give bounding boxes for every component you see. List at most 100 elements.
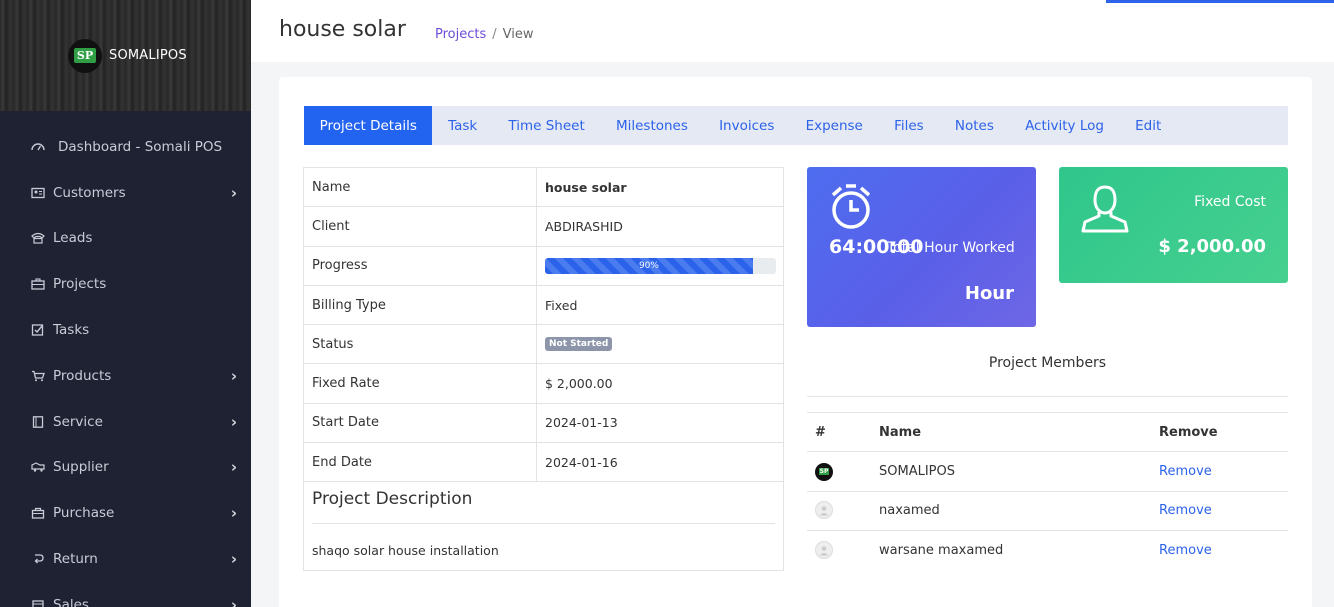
tab-edit[interactable]: Edit (1120, 106, 1177, 145)
sidebar-item-label: Products (53, 367, 112, 384)
briefcase-icon (30, 277, 46, 291)
bag-icon (30, 506, 46, 520)
chevron-right-icon: › (230, 412, 237, 431)
detail-label: Fixed Rate (304, 364, 537, 403)
table-row: Progress 90% (304, 246, 783, 286)
sidebar-item-dashboard[interactable]: Dashboard - Somali POS (0, 124, 251, 170)
breadcrumb-link-projects[interactable]: Projects (435, 27, 486, 42)
sidebar-nav: Dashboard - Somali POS Customers › Leads… (0, 111, 251, 607)
progress-bar: 90% (545, 257, 776, 274)
tab-time-sheet[interactable]: Time Sheet (493, 106, 601, 145)
members-table: # Name Remove SP SOMALIPOS Remove naxame… (807, 412, 1288, 570)
detail-label: End Date (304, 443, 537, 482)
table-row: Fixed Rate $ 2,000.00 (304, 364, 783, 404)
description-text: shaqo solar house installation (312, 543, 499, 559)
chevron-right-icon: › (230, 458, 237, 477)
sidebar-item-return[interactable]: Return › (0, 536, 251, 582)
project-card: Project Details Task Time Sheet Mileston… (279, 77, 1312, 607)
sidebar-item-leads[interactable]: Leads (0, 216, 251, 262)
table-row: naxamed Remove (807, 492, 1288, 531)
avatar: SP (815, 462, 833, 481)
member-name: SOMALIPOS (879, 463, 955, 479)
remove-member-link[interactable]: Remove (1159, 543, 1288, 558)
detail-label: Billing Type (304, 285, 537, 325)
fixed-rate-value: $ 2,000.00 (545, 376, 613, 392)
cart-icon (30, 369, 46, 383)
hours-label: Total Hour Worked (887, 240, 1015, 256)
table-row: Billing Type Fixed (304, 285, 783, 326)
hours-worked-card: 64:00:00 Total Hour Worked Hour (807, 167, 1036, 327)
member-name: naxamed (879, 503, 940, 519)
sidebar-item-label: Return (53, 551, 98, 568)
member-avatar-cell (807, 541, 879, 560)
progress-cell: 90% (537, 247, 783, 285)
member-avatar-cell: SP (807, 462, 879, 481)
project-name-value: house solar (545, 179, 627, 195)
status-cell: Not Started (537, 325, 783, 363)
table-header-row: # Name Remove (807, 413, 1288, 453)
status-badge: Not Started (545, 337, 613, 352)
user-icon (1079, 183, 1131, 239)
project-details-table: Name house solar Client ABDIRASHID Progr… (303, 167, 784, 572)
alarm-clock-icon (829, 183, 873, 235)
sidebar-item-purchase[interactable]: Purchase › (0, 490, 251, 536)
sidebar-item-supplier[interactable]: Supplier › (0, 445, 251, 491)
checkbox-icon (30, 323, 46, 337)
hours-value: 64:00:00 (829, 236, 924, 258)
progress-fill: 90% (545, 257, 753, 274)
sidebar-item-sales[interactable]: Sales › (0, 582, 251, 607)
sidebar: SP SOMALIPOS Dashboard - Somali POS Cust… (0, 0, 251, 607)
brand-header[interactable]: SP SOMALIPOS (0, 0, 251, 111)
fixed-cost-card: Fixed Cost $ 2,000.00 (1059, 167, 1288, 283)
return-icon (30, 552, 46, 566)
chevron-right-icon: › (230, 504, 237, 523)
sidebar-item-label: Customers (53, 184, 126, 201)
sidebar-item-label: Leads (53, 230, 93, 247)
dashboard-icon (30, 140, 46, 154)
tab-project-details[interactable]: Project Details (304, 106, 433, 145)
sidebar-item-products[interactable]: Products › (0, 353, 251, 399)
client-value: ABDIRASHID (545, 218, 623, 234)
sidebar-item-label: Supplier (53, 459, 109, 476)
table-row: Name house solar (304, 168, 783, 208)
tab-activity-log[interactable]: Activity Log (1009, 106, 1119, 145)
tab-notes[interactable]: Notes (939, 106, 1009, 145)
phone-icon (30, 231, 46, 245)
start-date-value: 2024-01-13 (545, 415, 618, 431)
fixed-cost-label: Fixed Cost (1194, 194, 1266, 210)
project-tabs: Project Details Task Time Sheet Mileston… (304, 106, 1288, 145)
sidebar-item-service[interactable]: Service › (0, 399, 251, 445)
tab-expense[interactable]: Expense (790, 106, 878, 145)
sidebar-item-label: Purchase (53, 505, 115, 522)
table-row: Status Not Started (304, 325, 783, 365)
detail-label: Start Date (304, 403, 537, 443)
tab-milestones[interactable]: Milestones (600, 106, 703, 145)
members-title: Project Members (807, 355, 1288, 397)
detail-label: Name (304, 168, 537, 207)
project-description: Project Description shaqo solar house in… (304, 482, 783, 570)
fixed-cost-value: $ 2,000.00 (1158, 236, 1266, 257)
tab-files[interactable]: Files (878, 106, 939, 145)
brand-logo: SP (68, 38, 102, 73)
chevron-right-icon: › (230, 550, 237, 569)
detail-label: Client (304, 207, 537, 246)
book-icon (30, 415, 46, 429)
remove-member-link[interactable]: Remove (1159, 464, 1288, 479)
id-card-icon (30, 186, 46, 200)
sidebar-item-label: Dashboard - Somali POS (58, 138, 223, 155)
member-avatar-cell (807, 501, 879, 520)
sidebar-item-tasks[interactable]: Tasks (0, 307, 251, 353)
remove-member-link[interactable]: Remove (1159, 503, 1288, 518)
chevron-right-icon: › (230, 595, 237, 607)
brand-name: SOMALIPOS (109, 48, 187, 63)
sidebar-item-customers[interactable]: Customers › (0, 170, 251, 216)
tab-invoices[interactable]: Invoices (703, 106, 790, 145)
sidebar-item-label: Tasks (53, 322, 90, 339)
tab-task[interactable]: Task (432, 106, 492, 145)
table-row: SP SOMALIPOS Remove (807, 452, 1288, 492)
column-header-name: Name (879, 424, 922, 440)
column-header-index: # (815, 424, 826, 440)
detail-label: Progress (304, 246, 537, 285)
sidebar-item-projects[interactable]: Projects (0, 261, 251, 307)
table-row: Start Date 2024-01-13 (304, 403, 783, 444)
